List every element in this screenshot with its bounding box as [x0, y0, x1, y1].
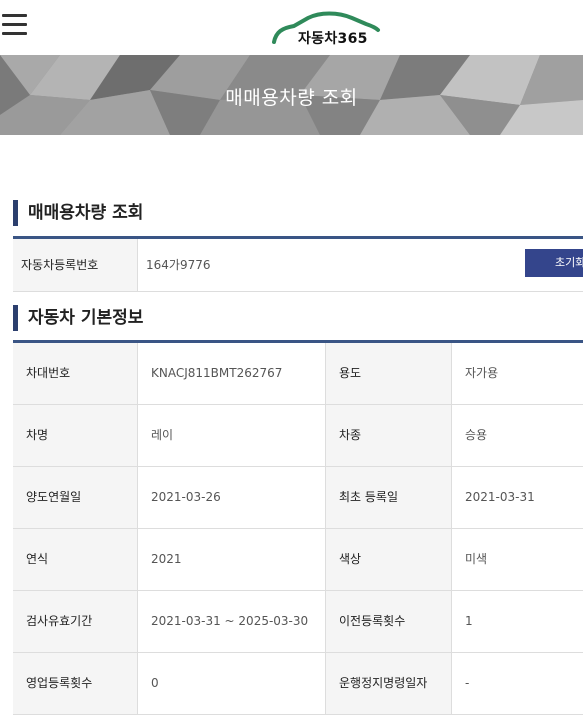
- registration-number-label: 자동차등록번호: [13, 239, 138, 291]
- hamburger-menu-icon[interactable]: [2, 14, 27, 36]
- value-model-year: 2021: [138, 529, 326, 590]
- banner-title: 매매용차량 조회: [225, 87, 358, 109]
- page-banner: 매매용차량 조회: [0, 55, 583, 135]
- value-operation-suspension-date: -: [452, 653, 583, 714]
- logo-text: 자동차365: [298, 31, 368, 47]
- table-row: 차대번호 KNACJ811BMT262767 용도 자가용: [13, 343, 583, 405]
- table-row: 검사유효기간 2021-03-31 ~ 2025-03-30 이전등록횟수 1: [13, 591, 583, 653]
- value-usage: 자가용: [452, 343, 583, 404]
- vehicle-search-table: 자동차등록번호 164가9776 초기화: [13, 236, 583, 292]
- label-transfer-count: 이전등록횟수: [326, 591, 452, 652]
- label-usage: 용도: [326, 343, 452, 404]
- value-model-name: 레이: [138, 405, 326, 466]
- value-vehicle-type: 승용: [452, 405, 583, 466]
- value-transfer-date: 2021-03-26: [138, 467, 326, 528]
- reset-button[interactable]: 초기화: [525, 249, 583, 277]
- label-business-registration-count: 영업등록횟수: [13, 653, 138, 714]
- value-first-registration-date: 2021-03-31: [452, 467, 583, 528]
- value-color: 미색: [452, 529, 583, 590]
- label-inspection-validity: 검사유효기간: [13, 591, 138, 652]
- basic-info-section-title: 자동차 기본정보: [13, 305, 143, 331]
- value-inspection-validity: 2021-03-31 ~ 2025-03-30: [138, 591, 326, 652]
- value-transfer-count: 1: [452, 591, 583, 652]
- label-transfer-date: 양도연월일: [13, 467, 138, 528]
- label-operation-suspension-date: 운행정지명령일자: [326, 653, 452, 714]
- basic-info-table: 차대번호 KNACJ811BMT262767 용도 자가용 차명 레이 차종 승…: [13, 340, 583, 715]
- label-vehicle-type: 차종: [326, 405, 452, 466]
- table-row: 양도연월일 2021-03-26 최초 등록일 2021-03-31: [13, 467, 583, 529]
- label-model-year: 연식: [13, 529, 138, 590]
- registration-number-value: 164가9776: [146, 258, 211, 272]
- top-header: 자동차365: [0, 0, 583, 55]
- label-first-registration-date: 최초 등록일: [326, 467, 452, 528]
- table-row: 차명 레이 차종 승용: [13, 405, 583, 467]
- search-section-title: 매매용차량 조회: [13, 200, 143, 226]
- label-color: 색상: [326, 529, 452, 590]
- label-chassis-number: 차대번호: [13, 343, 138, 404]
- site-logo[interactable]: 자동차365: [268, 8, 383, 50]
- value-business-registration-count: 0: [138, 653, 326, 714]
- table-row: 연식 2021 색상 미색: [13, 529, 583, 591]
- table-row: 영업등록횟수 0 운행정지명령일자 -: [13, 653, 583, 715]
- value-chassis-number: KNACJ811BMT262767: [138, 343, 326, 404]
- label-model-name: 차명: [13, 405, 138, 466]
